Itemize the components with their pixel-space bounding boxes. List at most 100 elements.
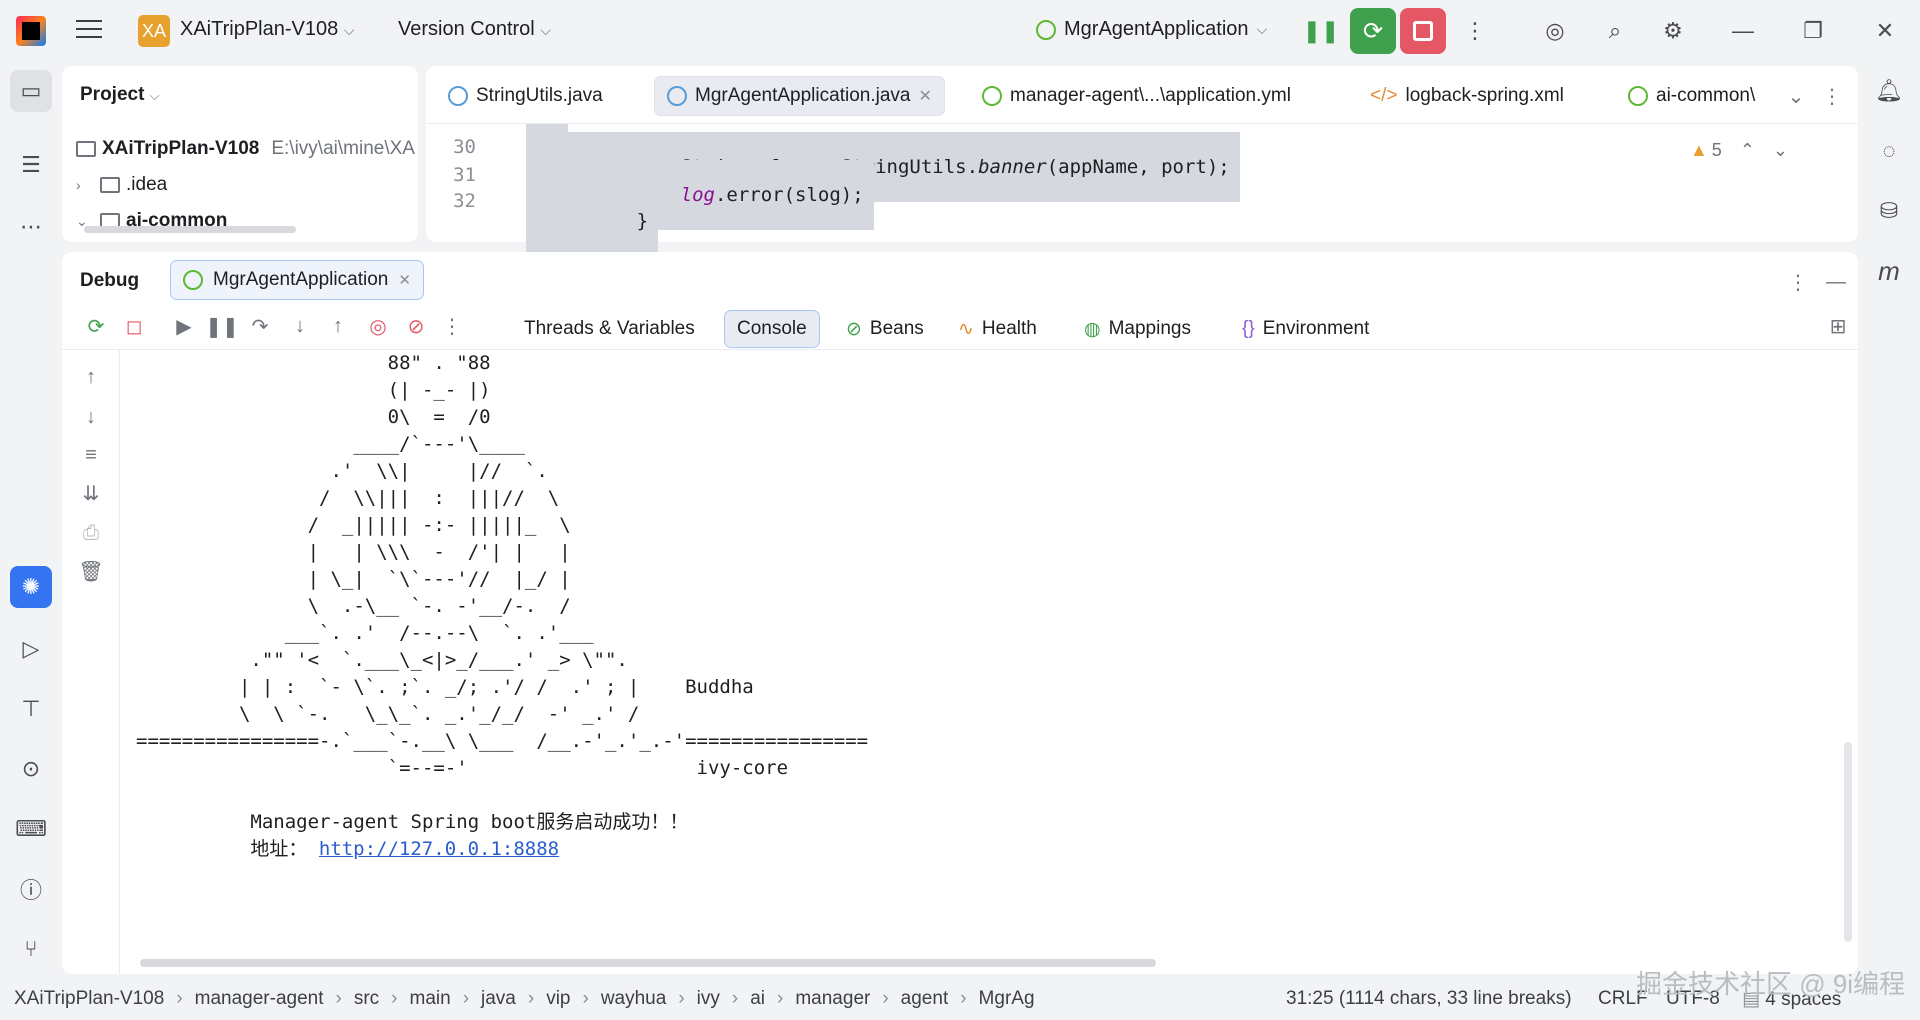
settings-gear-icon[interactable]: ⚙ [1658, 16, 1688, 46]
problems-icon[interactable]: ⓘ [10, 868, 52, 910]
console-vertical-scrollbar[interactable] [1844, 742, 1852, 942]
run-icon[interactable]: ▷ [10, 628, 52, 670]
scroll-down-icon[interactable]: ↓ [78, 404, 104, 430]
tab-logback-spring[interactable]: </> logback-spring.xml [1358, 76, 1576, 116]
console-line: 88" . "88 [136, 352, 491, 374]
chevron-up-icon[interactable]: ⌃ [1740, 140, 1755, 161]
minimize-window-icon[interactable]: — [1728, 16, 1758, 46]
main-menu-icon[interactable] [76, 20, 102, 40]
console-line: 0\ = /0 [136, 406, 491, 428]
restore-window-icon[interactable]: ❐ [1798, 16, 1828, 46]
breadcrumb-item[interactable]: manager-agent [195, 988, 324, 1010]
project-view-selector[interactable]: Project ⌵ [80, 84, 160, 106]
tab-stringutils[interactable]: StringUtils.java [436, 76, 615, 116]
console-line: ___`. .' /--.--\ `. .'___ [136, 622, 594, 644]
breadcrumb-item[interactable]: agent [901, 988, 949, 1010]
tab-application-yml[interactable]: manager-agent\...\application.yml [970, 76, 1303, 116]
project-badge[interactable]: XA [138, 15, 170, 47]
layout-settings-icon[interactable]: ⊞ [1826, 314, 1850, 338]
tree-item-idea[interactable]: › .idea [76, 174, 167, 196]
mute-breakpoints-icon[interactable]: ⊘ [404, 314, 428, 338]
search-icon[interactable]: ⌕ [1600, 16, 1630, 46]
more-vertical-icon[interactable]: ⋮ [1786, 270, 1810, 294]
session-label: MgrAgentApplication [213, 269, 389, 290]
notifications-bell-icon[interactable]: 🔔︎ [1868, 70, 1910, 112]
breadcrumb-item[interactable]: XAiTripPlan-V108 [14, 988, 164, 1010]
code-text: } [636, 210, 649, 232]
ide-logo-icon[interactable] [16, 16, 46, 46]
ai-assistant-icon[interactable]: ◎ [1540, 16, 1570, 46]
ai-chat-icon[interactable]: ◌ [1868, 130, 1910, 172]
tabs-dropdown-icon[interactable]: ⌄ [1784, 84, 1808, 108]
version-control-menu[interactable]: Version Control ⌵ [398, 18, 551, 41]
breadcrumb-item[interactable]: main [410, 988, 451, 1010]
pause-program-icon[interactable]: ❚❚ [205, 314, 239, 338]
address-link[interactable]: http://127.0.0.1:8888 [319, 838, 559, 860]
debug-session-tab[interactable]: MgrAgentApplication ✕ [170, 260, 424, 300]
console-horizontal-scrollbar[interactable] [140, 959, 1156, 967]
structure-icon[interactable]: ☰ [10, 144, 52, 186]
tab-mgragentapplication[interactable]: MgrAgentApplication.java ✕ [654, 76, 945, 116]
step-over-icon[interactable]: ↷ [248, 314, 272, 338]
project-panel: Project ⌵ XAiTripPlan-V108 E:\ivy\ai\min… [62, 66, 418, 242]
caret-position[interactable]: 31:25 (1114 chars, 33 line breaks) [1286, 988, 1572, 1010]
services-icon[interactable]: ⊙ [10, 748, 52, 790]
maven-icon[interactable]: m [1868, 250, 1910, 292]
console-output[interactable]: 88" . "88 (| -_- |) 0\ = /0 ____/`---'\_… [136, 350, 1786, 950]
scroll-to-end-icon[interactable]: ⇊ [78, 480, 104, 506]
project-folder-icon[interactable]: ▭ [10, 70, 52, 112]
inspection-widget[interactable]: ▲ 5 ⌃ ⌄ [1690, 140, 1788, 161]
tab-console[interactable]: Console [724, 310, 820, 348]
root-name: XAiTripPlan-V108 [102, 138, 260, 159]
more-tools-icon[interactable]: ⋯ [10, 206, 52, 248]
tab-threads-variables[interactable]: Threads & Variables [512, 310, 707, 348]
run-configuration-selector[interactable]: MgrAgentApplication ⌵ [1036, 18, 1267, 41]
breadcrumb-item[interactable]: java [481, 988, 516, 1010]
step-into-icon[interactable]: ↓ [288, 314, 312, 338]
left-tool-strip: ▭ ☰ ⋯ ✺ ▷ ⊤ ⊙ ⌨ ⓘ ⑂ [0, 62, 62, 988]
code-editor[interactable]: 30 31 32 String slog = StringUtils.banne… [426, 124, 1858, 256]
close-tab-icon[interactable]: ✕ [918, 86, 931, 106]
more-vertical-icon[interactable]: ⋮ [440, 314, 464, 338]
stop-icon[interactable]: ◻ [122, 314, 146, 338]
tab-label: ai-common\ [1656, 85, 1756, 106]
horizontal-scrollbar[interactable] [84, 226, 296, 233]
chevron-down-icon[interactable]: ⌄ [1773, 140, 1788, 161]
stop-button[interactable] [1400, 8, 1446, 54]
terminal-icon[interactable]: ⌨ [10, 808, 52, 850]
breadcrumb-item[interactable]: src [354, 988, 379, 1010]
console-line: ================-.`___`-.__\ \___ /__.-'… [136, 730, 869, 752]
tab-mappings[interactable]: ◍ Mappings [1072, 310, 1203, 348]
print-icon[interactable]: ⎙ [78, 520, 104, 546]
more-vertical-icon[interactable]: ⋮ [1460, 16, 1490, 46]
scroll-up-icon[interactable]: ↑ [78, 364, 104, 390]
git-branch-icon[interactable]: ⑂ [10, 928, 52, 970]
breadcrumb-item[interactable]: wayhua [601, 988, 667, 1010]
hide-panel-icon[interactable]: — [1824, 270, 1848, 294]
clear-trash-icon[interactable]: 🗑︎ [78, 558, 104, 584]
breadcrumb-item[interactable]: ai [750, 988, 765, 1010]
build-hammer-icon[interactable]: ⊤ [10, 688, 52, 730]
soft-wrap-icon[interactable]: ≡ [78, 442, 104, 468]
tab-health[interactable]: ∿ Health [946, 310, 1049, 348]
close-window-icon[interactable]: ✕ [1870, 16, 1900, 46]
tab-environment[interactable]: {} Environment [1230, 310, 1381, 348]
more-vertical-icon[interactable]: ⋮ [1820, 84, 1844, 108]
view-breakpoints-icon[interactable]: ◎ [366, 314, 390, 338]
breadcrumb-item[interactable]: vip [546, 988, 570, 1010]
breadcrumb-item[interactable]: ivy [697, 988, 720, 1010]
debug-bug-icon[interactable]: ✺ [10, 566, 52, 608]
close-tab-icon[interactable]: ✕ [398, 271, 411, 289]
breadcrumb-item[interactable]: manager [795, 988, 870, 1010]
rerun-button[interactable]: ⟳ [1350, 8, 1396, 54]
breadcrumb-item[interactable]: MgrAg [979, 988, 1035, 1010]
project-switcher[interactable]: XAiTripPlan-V108 ⌵ [180, 18, 354, 41]
database-icon[interactable]: ⛁ [1868, 190, 1910, 232]
resume-program-icon[interactable]: ▶ [172, 314, 196, 338]
resume-icon[interactable]: ❚❚ [1303, 16, 1340, 46]
step-out-icon[interactable]: ↑ [326, 314, 350, 338]
tab-beans[interactable]: ⊘ Beans [834, 310, 936, 348]
tree-root[interactable]: XAiTripPlan-V108 E:\ivy\ai\mine\XA [76, 138, 415, 160]
tab-ai-common[interactable]: ai-common\ [1616, 76, 1767, 116]
rerun-icon[interactable]: ⟳ [84, 314, 108, 338]
